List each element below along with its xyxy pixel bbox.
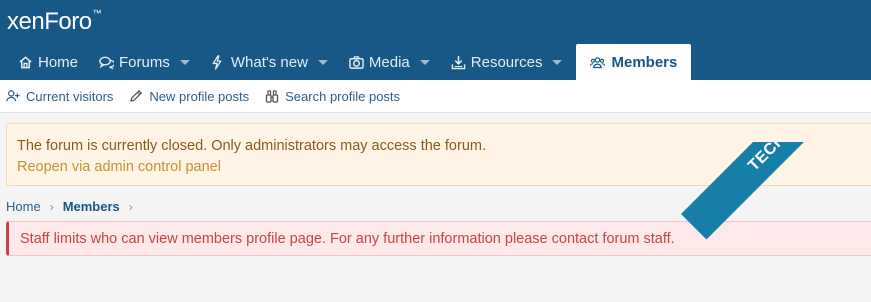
subnav-new-profile-posts[interactable]: New profile posts [129, 89, 249, 104]
main-nav: Home Forums What's new Media Resources M… [0, 44, 692, 80]
breadcrumb-members[interactable]: Members [63, 199, 120, 214]
tab-media-label: Media [368, 53, 410, 71]
user-plus-icon [6, 89, 20, 103]
logo-text: xenForo™ [7, 8, 102, 35]
forum-closed-notice: The forum is currently closed. Only admi… [6, 123, 871, 186]
tab-whats-new[interactable]: What's new [198, 44, 336, 80]
home-icon [18, 55, 33, 70]
bolt-icon [211, 54, 226, 70]
breadcrumb-home[interactable]: Home [6, 199, 41, 214]
tab-resources[interactable]: Resources [438, 44, 571, 80]
tab-home[interactable]: Home [5, 44, 86, 80]
tab-home-label: Home [38, 53, 79, 71]
pencil-icon [129, 89, 143, 103]
users-icon [590, 55, 606, 70]
site-logo[interactable]: xenForo™ [7, 8, 102, 40]
camera-icon [349, 55, 364, 70]
chevron-right-icon: › [49, 199, 54, 214]
chevron-down-icon[interactable] [419, 59, 430, 65]
chevron-down-icon[interactable] [179, 59, 190, 65]
chevron-right-icon: › [128, 199, 133, 214]
tab-forums-label: Forums [119, 53, 170, 71]
binoculars-icon [265, 89, 279, 103]
sub-nav: Current visitors New profile posts Searc… [0, 80, 871, 113]
chevron-down-icon[interactable] [317, 59, 328, 65]
tab-forums[interactable]: Forums [86, 44, 198, 80]
tab-resources-label: Resources [470, 53, 543, 71]
subnav-search-profile-posts-label: Search profile posts [285, 88, 401, 104]
error-text: Staff limits who can view members profil… [20, 230, 675, 247]
reopen-link[interactable]: Reopen via admin control panel [17, 157, 871, 178]
subnav-current-visitors-label: Current visitors [26, 88, 114, 104]
subnav-search-profile-posts[interactable]: Search profile posts [265, 89, 400, 104]
chat-bubbles-icon [99, 55, 115, 70]
tab-media[interactable]: Media [336, 44, 438, 80]
chevron-down-icon[interactable] [552, 59, 563, 65]
tab-members-label: Members [611, 53, 678, 71]
site-header: xenForo™ Home Forums What's new Media Re… [0, 0, 871, 80]
tab-members[interactable]: Members [576, 44, 692, 80]
subnav-new-profile-posts-label: New profile posts [149, 88, 250, 104]
download-icon [451, 55, 466, 70]
subnav-current-visitors[interactable]: Current visitors [6, 89, 113, 104]
breadcrumb: Home › Members › [6, 199, 142, 214]
tab-whats-new-label: What's new [230, 53, 308, 71]
notice-text: The forum is currently closed. Only admi… [17, 138, 486, 154]
error-message: Staff limits who can view members profil… [6, 221, 871, 256]
